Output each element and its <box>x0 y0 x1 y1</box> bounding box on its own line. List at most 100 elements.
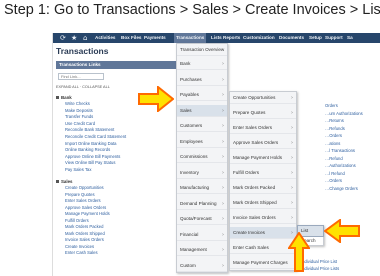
bank-link-reconcile-credit-card-statement[interactable]: Reconcile Credit Card Statement <box>65 134 126 139</box>
menu-item-financial[interactable]: Financial › <box>177 229 227 241</box>
sales-menu-item-manage-payment-holds[interactable]: Manage Payment Holds › <box>230 152 296 164</box>
nav-customization[interactable]: Customization <box>243 33 275 43</box>
right-link-5[interactable]: …ations <box>325 141 340 146</box>
bank-link-use-credit-card[interactable]: Use Credit Card <box>65 121 95 126</box>
menu-item-transaction-overview[interactable]: Transaction Overview <box>177 44 227 56</box>
right-link-1[interactable]: …urn Authorizations <box>325 111 363 116</box>
collapse-icon <box>56 180 59 184</box>
menu-item-label: Create Invoices <box>233 230 265 235</box>
sales-menu-item-manage-payment-charges[interactable]: Manage Payment Charges <box>230 257 296 269</box>
sales-link-create-invoices[interactable]: Create Invoices <box>65 244 94 249</box>
sales-menu-item-prepare-quotes[interactable]: Prepare Quotes › <box>230 107 296 119</box>
sales-menu-item-enter-cash-sales[interactable]: Enter Cash Sales› <box>230 242 296 254</box>
menu-item-inventory[interactable]: Inventory › <box>177 167 227 179</box>
bank-link-approve-online-bill-payments[interactable]: Approve Online Bill Payments <box>65 154 120 159</box>
nav-payments[interactable]: Payments <box>144 33 166 43</box>
chevron-right-icon: › <box>222 247 224 253</box>
chevron-right-icon: › <box>291 155 293 161</box>
sales-menu-item-invoice-sales-orders[interactable]: Invoice Sales Orders › <box>230 212 296 224</box>
bank-section-title[interactable]: Bank <box>56 95 72 100</box>
menu-item-label: Mark Orders Shipped <box>233 200 277 205</box>
menu-item-custom[interactable]: Custom › <box>177 260 227 272</box>
menu-item-label: Mark Orders Packed <box>233 185 276 190</box>
sales-menu-item-approve-sales-orders[interactable]: Approve Sales Orders › <box>230 137 296 149</box>
right-link-8[interactable]: …Authorizations <box>325 163 356 168</box>
right-link-9[interactable]: …l Refund <box>325 171 345 176</box>
sales-link-prepare-quotes[interactable]: Prepare Quotes <box>65 192 95 197</box>
arrow-to-list-icon <box>324 219 360 243</box>
right-link-0[interactable]: Orders <box>325 103 338 108</box>
sales-menu-item-create-invoices[interactable]: Create Invoices › <box>230 227 296 239</box>
favorites-star-icon[interactable]: ★ <box>71 33 77 43</box>
menu-item-payables[interactable]: Payables › <box>177 89 227 101</box>
right-link-3[interactable]: …Refunds <box>325 126 345 131</box>
recent-records-icon[interactable]: ⟳ <box>60 33 66 43</box>
nav-support[interactable]: Support <box>325 33 343 43</box>
sales-menu-item-mark-orders-packed[interactable]: Mark Orders Packed › <box>230 182 296 194</box>
bank-link-write-checks[interactable]: Write Checks <box>65 101 90 106</box>
chevron-right-icon: › <box>222 107 224 114</box>
menu-item-label: Demand Planning <box>180 200 217 206</box>
bank-link-view-online-bill-pay-status[interactable]: View Online Bill Pay Status <box>65 160 115 165</box>
right-link-6[interactable]: …l Transactions <box>325 148 355 153</box>
sales-menu-item-fulfill-orders[interactable]: Fulfill Orders › <box>230 167 296 179</box>
menu-item-management[interactable]: Management › <box>177 244 227 256</box>
chevron-right-icon: › <box>291 185 293 191</box>
nav-box-files[interactable]: Box Files <box>121 33 141 43</box>
chevron-right-icon: › <box>291 110 293 116</box>
sales-link-mark-orders-packed[interactable]: Mark Orders Packed <box>65 224 103 229</box>
sales-section-title[interactable]: Sales <box>56 179 72 184</box>
nav-setup[interactable]: Setup <box>309 33 322 43</box>
menu-item-label: Customers <box>180 123 203 128</box>
menu-item-label: Financial <box>180 231 199 237</box>
sales-link-approve-sales-orders[interactable]: Approve Sales Orders <box>65 205 106 210</box>
menu-item-bank[interactable]: Bank › <box>177 58 227 70</box>
bank-link-import-online-banking-data[interactable]: Import Online Banking Data <box>65 141 116 146</box>
nav-sales-partial[interactable]: Sa <box>347 33 353 43</box>
menu-item-quota-forecast[interactable]: Quota/Forecast › <box>177 213 227 225</box>
menu-item-commissions[interactable]: Commissions › <box>177 151 227 163</box>
chevron-right-icon: › <box>222 154 224 160</box>
bank-link-transfer-funds[interactable]: Transfer Funds <box>65 114 93 119</box>
nav-activities[interactable]: Activities <box>95 33 115 43</box>
sales-menu-item-create-opportunities[interactable]: Create Opportunities › <box>230 92 296 104</box>
menu-item-sales[interactable]: Sales › <box>177 104 227 117</box>
menu-item-purchases[interactable]: Purchases › <box>177 74 227 86</box>
bank-link-online-banking-records[interactable]: Online Banking Records <box>65 147 110 152</box>
menu-item-customers[interactable]: Customers › <box>177 120 227 132</box>
sales-menu-item-enter-sales-orders[interactable]: Enter Sales Orders › <box>230 122 296 134</box>
nav-transactions[interactable]: Transactions <box>174 33 207 43</box>
right-link-10[interactable]: …Orders <box>325 178 342 183</box>
sales-link-invoice-sales-orders[interactable]: Invoice Sales Orders <box>65 237 104 242</box>
sales-link-enter-sales-orders[interactable]: Enter Sales Orders <box>65 198 101 203</box>
chevron-right-icon: › <box>222 200 224 207</box>
menu-item-label: Enter Cash Sales <box>233 245 269 250</box>
chevron-right-icon: › <box>222 262 224 269</box>
sales-link-mark-orders-shipped[interactable]: Mark Orders Shipped <box>65 231 105 236</box>
menu-item-manufacturing[interactable]: Manufacturing › <box>177 182 227 194</box>
sales-link-create-opportunities[interactable]: Create Opportunities <box>65 185 104 190</box>
sales-menu-item-mark-orders-shipped[interactable]: Mark Orders Shipped › <box>230 197 296 209</box>
nav-documents[interactable]: Documents <box>279 33 304 43</box>
chevron-right-icon: › <box>291 200 293 206</box>
find-link-input[interactable] <box>58 73 104 80</box>
bank-link-pay-sales-tax[interactable]: Pay Sales Tax <box>65 167 91 172</box>
menu-item-demand-planning[interactable]: Demand Planning › <box>177 198 227 210</box>
menu-item-employees[interactable]: Employees › <box>177 136 227 148</box>
bank-link-make-deposits[interactable]: Make Deposits <box>65 108 93 113</box>
menu-item-label: Invoice Sales Orders <box>233 215 276 220</box>
sales-link-enter-cash-sales[interactable]: Enter Cash Sales <box>65 250 98 255</box>
nav-reports[interactable]: Reports <box>223 33 240 43</box>
bank-link-reconcile-bank-statement[interactable]: Reconcile Bank Statement <box>65 127 114 132</box>
menu-item-label: Fulfill Orders <box>233 170 260 175</box>
right-link-11[interactable]: …Change Orders <box>325 186 358 191</box>
right-link-7[interactable]: …Refund <box>325 156 343 161</box>
home-icon[interactable]: ⌂ <box>83 33 87 43</box>
nav-lists[interactable]: Lists <box>211 33 222 43</box>
sales-link-fulfill-orders[interactable]: Fulfill Orders <box>65 218 89 223</box>
right-link-4[interactable]: …Orders <box>325 133 342 138</box>
right-link-2[interactable]: …Returns <box>325 118 344 123</box>
sales-link-manage-payment-holds[interactable]: Manage Payment Holds <box>65 211 110 216</box>
menu-item-label: Approve Sales Orders <box>233 140 279 145</box>
expand-collapse-links[interactable]: EXPAND ALL · COLLAPSE ALL <box>56 85 110 89</box>
